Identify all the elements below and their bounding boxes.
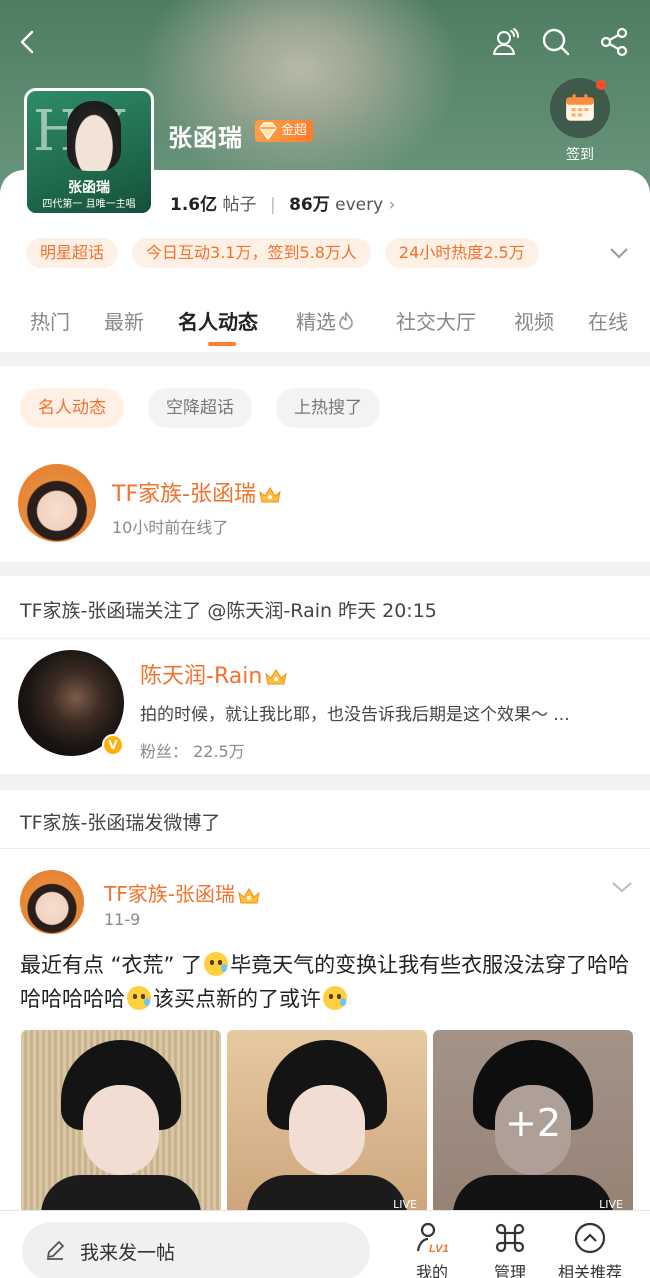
post-event-headline: TF家族-张函瑞发微博了 [20,812,221,834]
celebrity-name-row[interactable]: TF家族-张函瑞 [112,476,282,508]
followed-user-fans: 粉丝： 22.5万 [140,742,245,761]
post-image-3[interactable]: +2 LIVE [433,1030,633,1210]
share-icon[interactable] [594,22,634,62]
chevron-up-circle-icon [574,1222,606,1254]
online-status: 10小时前在线了 [112,518,229,537]
chevron-down-icon[interactable] [608,244,630,262]
chip-24h-heat[interactable]: 24小时热度2.5万 [384,238,539,268]
post-image-2[interactable]: LIVE [227,1030,427,1210]
tab-featured[interactable]: 精选 [296,306,356,335]
chevron-down-icon[interactable] [610,878,634,896]
compose-placeholder: 我来发一帖 [80,1242,176,1264]
laughing-emoji-icon [127,986,151,1010]
post-author: TF家族-张函瑞 [104,882,235,906]
notification-dot [596,80,606,90]
live-photo-label: LIVE [599,1198,623,1210]
nav-mine[interactable]: LV1 我的 [392,1221,472,1278]
gem-icon [259,122,277,141]
followed-user-name: 陈天润-Rain [140,664,263,689]
followed-user-name-row[interactable]: 陈天润-Rain [140,658,288,690]
posts-count: 1.6亿 [170,195,218,215]
tab-celebrity-updates[interactable]: 名人动态 [178,306,258,335]
cover-subtitle: 四代第一 且唯一主唱 [42,199,136,210]
user-level-icon: LV1 [416,1222,449,1255]
crying-emoji-icon [204,952,229,976]
posts-label: 帖子 [222,195,257,215]
active-tab-indicator [208,342,236,346]
bottom-bar: 我来发一帖 LV1 我的 管理 相关推荐 [0,1210,650,1278]
post-text-part-1: 最近有点 “衣荒” 了 [20,953,203,977]
topic-chips: 明星超话 今日互动3.1万，签到5.8万人 24小时热度2.5万 [26,238,539,268]
post-author-row[interactable]: TF家族-张函瑞 [104,878,261,907]
command-icon [495,1223,525,1253]
stats-separator: | [269,195,276,215]
filter-celebrity-updates[interactable]: 名人动态 [20,388,124,428]
page-title: 张函瑞 [168,124,243,152]
post-text-part-3: 该买点新的了或许 [153,987,321,1011]
filter-airdrop-topic[interactable]: 空降超话 [148,388,252,428]
pencil-icon [47,1241,64,1260]
followed-user-bio: 拍的时候，就让我比耶，也没告诉我后期是这个效果～ ... [140,705,570,725]
tab-video[interactable]: 视频 [514,306,554,335]
topic-stats[interactable]: 1.6亿 帖子 | 86万 every › [170,190,395,215]
celebrity-name: TF家族-张函瑞 [112,482,257,507]
tab-social-hall[interactable]: 社交大厅 [396,306,476,335]
search-icon[interactable] [536,22,576,62]
post-image-1[interactable] [21,1030,221,1210]
gold-super-badge[interactable]: 金超 [255,120,314,142]
celebrity-section: 名人动态 空降超话 上热搜了 TF家族-张函瑞 10小时前在线了 [0,366,650,562]
members-label: every [335,195,384,215]
content-tabs: 热门 最新 名人动态 精选 社交大厅 视频 在线 [0,296,650,352]
chip-today-interaction[interactable]: 今日互动3.1万，签到5.8万人 [132,238,371,268]
divider [0,848,650,849]
cover-name: 张函瑞 [68,180,110,196]
level-badge: LV1 [429,1243,449,1255]
image-shirt [247,1175,407,1210]
crying-emoji-icon [323,986,347,1010]
more-images-count: +2 [433,1030,633,1210]
nav-recommend[interactable]: 相关推荐 [550,1221,630,1278]
tab-featured-label: 精选 [296,310,336,334]
service-agent-icon[interactable] [484,22,524,62]
crown-icon [259,487,281,503]
image-face [83,1085,159,1175]
filter-trending[interactable]: 上热搜了 [276,388,380,428]
live-photo-label: LIVE [393,1198,417,1210]
follow-event-section: TF家族-张函瑞关注了 @陈天润-Rain 昨天 20:15 V 陈天润-Rai… [0,576,650,774]
tab-online[interactable]: 在线 [588,306,628,335]
image-face [289,1085,365,1175]
crown-icon [238,887,260,903]
super-badge-label: 金超 [281,123,308,138]
tab-hot[interactable]: 热门 [30,306,70,335]
divider [0,638,650,639]
avatar[interactable] [18,464,96,542]
back-icon[interactable] [8,22,48,62]
compose-post-button[interactable]: 我来发一帖 [22,1222,370,1278]
nav-mine-label: 我的 [415,1263,448,1278]
checkin-label: 签到 [566,147,594,163]
supertopic-cover-image[interactable]: HY 张函瑞 四代第一 且唯一主唱 [24,88,154,216]
crown-icon [265,669,288,685]
cover-portrait [67,101,121,171]
avatar[interactable] [20,870,84,934]
chip-celebrity-topic[interactable]: 明星超话 [26,238,119,268]
checkin-button[interactable]: 签到 [550,78,610,164]
verified-badge-icon: V [102,734,124,756]
members-count: 86万 [289,195,330,215]
chevron-right-icon: › [388,195,396,215]
flame-icon [339,311,353,330]
image-shirt [41,1175,201,1210]
calendar-icon [550,78,610,138]
post-date: 11-9 [104,910,141,929]
nav-recommend-label: 相关推荐 [557,1263,622,1278]
post-event-section: TF家族-张函瑞发微博了 TF家族-张函瑞 11-9 最近有点 “衣荒” 了毕竟… [0,790,650,1210]
nav-manage[interactable]: 管理 [470,1221,550,1278]
post-text[interactable]: 最近有点 “衣荒” 了毕竟天气的变换让我有些衣服没法穿了哈哈哈哈哈哈哈 该买点新的… [20,948,632,1016]
follow-event-headline[interactable]: TF家族-张函瑞关注了 @陈天润-Rain 昨天 20:15 [20,596,437,623]
tab-latest[interactable]: 最新 [104,306,144,335]
nav-manage-label: 管理 [493,1263,526,1278]
